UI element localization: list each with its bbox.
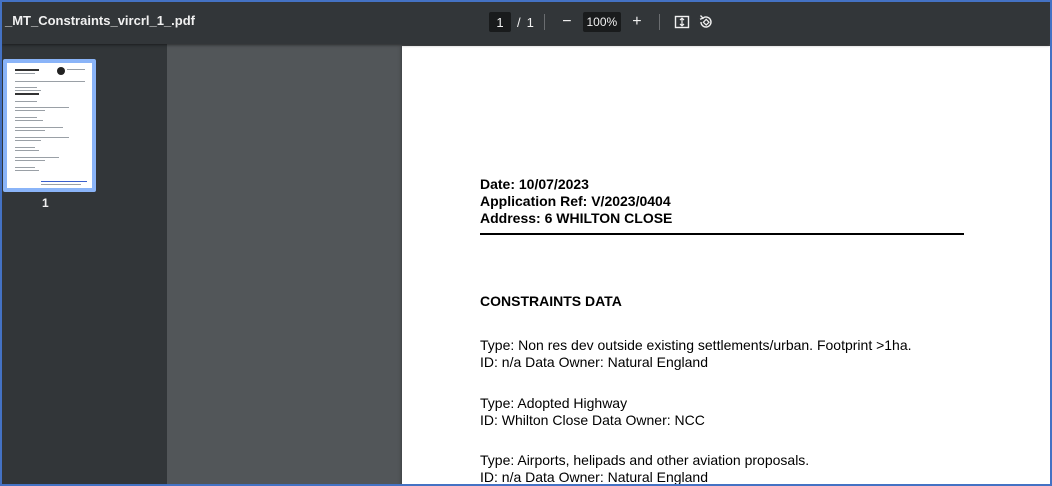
application-ref: Application Ref: V/2023/0404 xyxy=(480,193,671,209)
zoom-level-input[interactable] xyxy=(582,12,621,32)
document-viewer[interactable]: Date: 10/07/2023 Application Ref: V/2023… xyxy=(167,44,1050,484)
fit-page-icon xyxy=(674,15,690,29)
page-separator: / xyxy=(517,14,521,30)
zoom-out-button[interactable]: − xyxy=(555,10,579,34)
constraint-id-owner: ID: n/a Data Owner: Natural England xyxy=(480,469,709,485)
fit-to-page-button[interactable] xyxy=(670,10,694,34)
document-date: Date: 10/07/2023 xyxy=(480,176,589,192)
section-title: CONSTRAINTS DATA xyxy=(480,293,622,309)
pdf-page: Date: 10/07/2023 Application Ref: V/2023… xyxy=(402,46,1050,484)
constraint-entry: Type: Non res dev outside existing settl… xyxy=(480,337,912,371)
document-content: Date: 10/07/2023 Application Ref: V/2023… xyxy=(480,176,970,484)
address: Address: 6 WHILTON CLOSE xyxy=(480,210,673,226)
pdf-viewer-window: _MT_Constraints_vircrl_1_.pdf / 1 − + xyxy=(0,0,1052,486)
constraint-id-owner: ID: n/a Data Owner: Natural England xyxy=(480,354,709,370)
constraint-type: Type: Adopted Highway xyxy=(480,395,628,411)
minus-icon: − xyxy=(562,13,572,30)
constraint-entry: Type: Airports, helipads and other aviat… xyxy=(480,452,810,485)
toolbar: _MT_Constraints_vircrl_1_.pdf / 1 − + xyxy=(2,2,1050,44)
page-thumbnail[interactable] xyxy=(3,59,96,192)
logo-icon xyxy=(57,67,65,75)
toolbar-divider xyxy=(543,14,545,30)
zoom-in-button[interactable]: + xyxy=(625,10,649,34)
constraint-entry: Type: Adopted Highway ID: Whilton Close … xyxy=(480,395,705,429)
toolbar-divider xyxy=(658,14,660,30)
rotate-icon xyxy=(699,15,712,28)
toolbar-controls: / 1 − + xyxy=(489,10,718,34)
file-title: _MT_Constraints_vircrl_1_.pdf xyxy=(5,13,196,28)
total-pages: 1 xyxy=(526,14,534,30)
page-number-input[interactable] xyxy=(489,12,511,32)
constraint-id-owner: ID: Whilton Close Data Owner: NCC xyxy=(480,412,705,428)
horizontal-rule xyxy=(480,233,964,235)
constraint-type: Type: Non res dev outside existing settl… xyxy=(480,337,912,353)
plus-icon: + xyxy=(632,13,642,30)
constraint-type: Type: Airports, helipads and other aviat… xyxy=(480,452,810,468)
rotate-button[interactable] xyxy=(694,10,718,34)
thumbnail-preview xyxy=(7,63,92,188)
thumbnail-sidebar: 1 xyxy=(2,44,167,484)
thumbnail-page-number: 1 xyxy=(42,196,49,210)
